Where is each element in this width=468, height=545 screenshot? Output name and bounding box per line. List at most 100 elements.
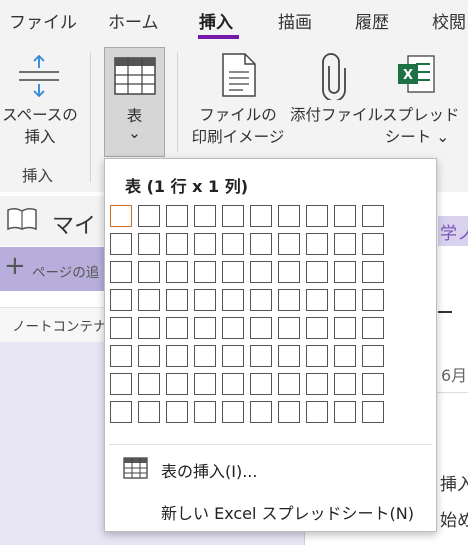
table-grid-cell[interactable] — [138, 205, 160, 227]
table-grid-cell[interactable] — [362, 233, 384, 255]
notebook-title[interactable]: マイ — [52, 208, 96, 240]
table-grid-cell[interactable] — [194, 233, 216, 255]
table-grid-cell[interactable] — [278, 317, 300, 339]
table-grid-cell[interactable] — [166, 289, 188, 311]
table-grid-cell[interactable] — [278, 233, 300, 255]
table-grid-cell[interactable] — [306, 317, 328, 339]
table-button[interactable]: 表 ⌄ — [104, 47, 165, 157]
table-grid-cell[interactable] — [306, 261, 328, 283]
table-grid-cell[interactable] — [334, 317, 356, 339]
table-grid-cell[interactable] — [222, 233, 244, 255]
table-grid-cell[interactable] — [138, 289, 160, 311]
table-grid-cell[interactable] — [306, 345, 328, 367]
table-grid-cell[interactable] — [278, 205, 300, 227]
table-grid-cell[interactable] — [138, 261, 160, 283]
table-grid-cell[interactable] — [166, 373, 188, 395]
new-excel-spreadsheet-menu-item[interactable]: 新しい Excel スプレッドシート(N) — [105, 495, 436, 527]
table-grid-cell[interactable] — [222, 289, 244, 311]
table-grid-cell[interactable] — [362, 261, 384, 283]
table-grid-cell[interactable] — [194, 317, 216, 339]
insert-space-button[interactable]: スペースの 挿入 — [0, 48, 82, 156]
insert-table-menu-item[interactable]: 表の挿入(I)... — [105, 453, 436, 485]
table-grid-cell[interactable] — [110, 261, 132, 283]
file-printout-label-1: ファイルの — [199, 106, 277, 124]
table-grid-cell[interactable] — [194, 373, 216, 395]
table-grid-cell[interactable] — [334, 233, 356, 255]
table-grid-picker[interactable] — [110, 205, 390, 429]
table-grid-cell[interactable] — [194, 345, 216, 367]
table-grid-cell[interactable] — [278, 261, 300, 283]
table-grid-cell[interactable] — [222, 205, 244, 227]
table-grid-cell[interactable] — [138, 233, 160, 255]
table-grid-cell[interactable] — [362, 317, 384, 339]
table-grid-cell[interactable] — [250, 345, 272, 367]
table-grid-cell[interactable] — [250, 317, 272, 339]
table-grid-cell[interactable] — [334, 345, 356, 367]
file-printout-label-2: 印刷イメージ — [191, 128, 285, 146]
chevron-down-icon: ⌄ — [128, 124, 141, 142]
table-grid-cell[interactable] — [166, 233, 188, 255]
table-grid-cell[interactable] — [362, 205, 384, 227]
table-grid-cell[interactable] — [278, 373, 300, 395]
table-grid-cell[interactable] — [306, 373, 328, 395]
table-grid-cell[interactable] — [334, 261, 356, 283]
table-grid-cell[interactable] — [334, 373, 356, 395]
table-grid-cell[interactable] — [306, 205, 328, 227]
table-grid-cell[interactable] — [166, 317, 188, 339]
table-grid-cell[interactable] — [138, 401, 160, 423]
table-grid-cell[interactable] — [334, 205, 356, 227]
table-grid-cell[interactable] — [222, 317, 244, 339]
file-printout-button[interactable]: ファイルの 印刷イメージ — [190, 48, 286, 156]
table-grid-cell[interactable] — [166, 345, 188, 367]
tab-file[interactable]: ファイル — [9, 8, 77, 33]
table-grid-cell[interactable] — [110, 373, 132, 395]
table-grid-cell[interactable] — [362, 401, 384, 423]
table-grid-cell[interactable] — [222, 345, 244, 367]
table-grid-cell[interactable] — [194, 401, 216, 423]
table-grid-cell[interactable] — [138, 317, 160, 339]
table-grid-cell[interactable] — [110, 317, 132, 339]
table-grid-cell[interactable] — [250, 289, 272, 311]
table-grid-cell[interactable] — [222, 373, 244, 395]
table-grid-cell[interactable] — [138, 345, 160, 367]
table-grid-cell[interactable] — [138, 373, 160, 395]
group-divider — [90, 52, 91, 182]
table-grid-cell[interactable] — [194, 261, 216, 283]
table-grid-cell[interactable] — [362, 345, 384, 367]
table-grid-cell[interactable] — [250, 401, 272, 423]
tab-review[interactable]: 校閲 — [432, 8, 466, 33]
table-grid-cell[interactable] — [222, 401, 244, 423]
table-grid-cell[interactable] — [110, 345, 132, 367]
table-grid-cell[interactable] — [194, 289, 216, 311]
tab-home[interactable]: ホーム — [108, 8, 159, 33]
plus-icon: + — [4, 251, 26, 281]
tab-draw[interactable]: 描画 — [278, 8, 312, 33]
table-grid-cell[interactable] — [278, 289, 300, 311]
tab-history[interactable]: 履歴 — [355, 8, 389, 33]
table-grid-cell[interactable] — [250, 233, 272, 255]
table-grid-cell[interactable] — [250, 205, 272, 227]
table-grid-cell[interactable] — [110, 401, 132, 423]
attach-file-button[interactable]: 添付ファイル — [290, 48, 383, 156]
table-grid-cell[interactable] — [166, 261, 188, 283]
table-grid-cell[interactable] — [278, 345, 300, 367]
tab-insert[interactable]: 挿入 — [199, 8, 233, 33]
table-grid-cell[interactable] — [306, 233, 328, 255]
table-grid-cell[interactable] — [362, 289, 384, 311]
table-grid-cell[interactable] — [194, 205, 216, 227]
table-grid-cell[interactable] — [110, 233, 132, 255]
table-grid-cell[interactable] — [362, 373, 384, 395]
table-grid-cell[interactable] — [166, 401, 188, 423]
table-grid-cell[interactable] — [222, 261, 244, 283]
table-grid-cell[interactable] — [334, 289, 356, 311]
table-grid-cell[interactable] — [334, 401, 356, 423]
table-grid-cell[interactable] — [278, 401, 300, 423]
spreadsheet-button[interactable]: X スプレッド シート ⌄ — [382, 48, 468, 156]
table-grid-cell[interactable] — [166, 205, 188, 227]
table-grid-cell[interactable] — [250, 373, 272, 395]
table-grid-cell[interactable] — [306, 289, 328, 311]
table-grid-cell[interactable] — [250, 261, 272, 283]
table-grid-cell[interactable] — [110, 289, 132, 311]
table-grid-cell[interactable] — [110, 205, 132, 227]
table-grid-cell[interactable] — [306, 401, 328, 423]
